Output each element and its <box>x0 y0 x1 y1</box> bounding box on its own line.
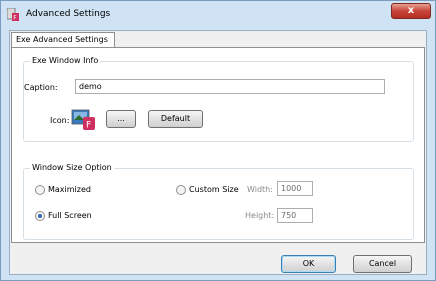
dialog-client: Exe Advanced Settings Exe Window Info Ca… <box>9 30 427 275</box>
icon-label: Icon: <box>50 116 70 125</box>
height-label: Height: <box>245 211 275 220</box>
exe-icon-preview: F <box>71 109 95 131</box>
default-icon-button[interactable]: Default <box>148 110 203 128</box>
radio-selected-dot <box>38 214 42 218</box>
ok-button[interactable]: OK <box>281 255 336 273</box>
height-input[interactable]: 750 <box>277 208 313 223</box>
title-bar: F Advanced Settings x <box>1 1 435 27</box>
svg-text:F: F <box>86 121 91 131</box>
width-input[interactable]: 1000 <box>277 181 313 196</box>
caption-label: Caption: <box>24 83 58 92</box>
full-screen-label: Full Screen <box>48 211 92 220</box>
cancel-button[interactable]: Cancel <box>353 255 412 273</box>
custom-size-label: Custom Size <box>189 185 239 194</box>
caption-input[interactable]: demo <box>75 79 385 94</box>
browse-icon-button[interactable]: ... <box>106 110 136 128</box>
svg-text:F: F <box>13 15 17 22</box>
advanced-settings-window: F Advanced Settings x Exe Advanced Setti… <box>0 0 436 281</box>
window-title: Advanced Settings <box>26 9 111 19</box>
app-icon: F <box>7 8 19 21</box>
maximized-radio[interactable] <box>35 185 45 195</box>
close-button[interactable]: x <box>391 3 431 19</box>
tab-exe-advanced-settings[interactable]: Exe Advanced Settings <box>11 32 115 48</box>
tab-panel: Exe Window Info Caption: demo Icon: F ..… <box>11 47 425 243</box>
width-label: Width: <box>247 185 273 194</box>
custom-size-radio[interactable] <box>176 185 186 195</box>
group-title-exe-window-info: Exe Window Info <box>30 56 101 65</box>
group-title-window-size-option: Window Size Option <box>30 163 114 172</box>
maximized-label: Maximized <box>48 185 91 194</box>
window-size-option-group: Window Size Option <box>23 163 414 240</box>
full-screen-radio[interactable] <box>35 211 45 221</box>
